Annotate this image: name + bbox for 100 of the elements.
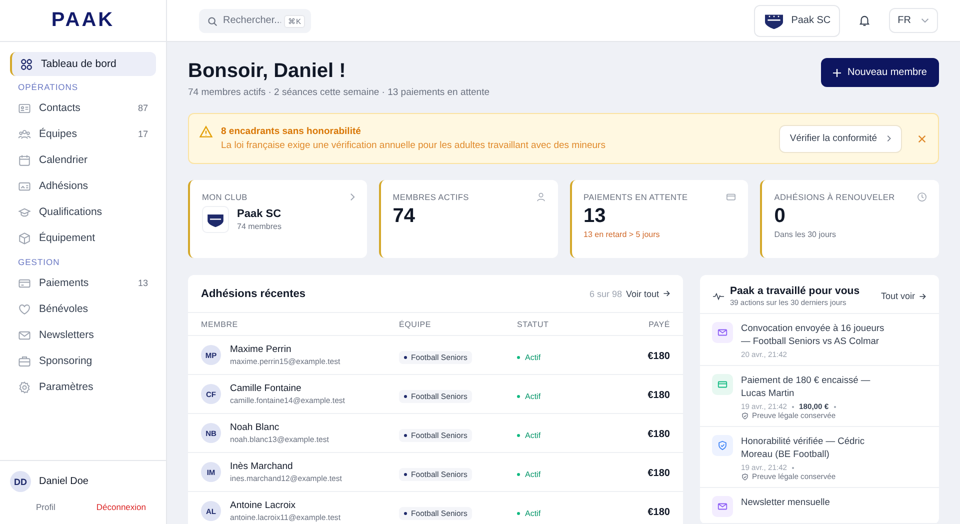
settings-icon bbox=[18, 380, 31, 394]
mail-icon bbox=[712, 322, 733, 343]
shield-check-icon bbox=[741, 472, 749, 480]
activity-text: Paiement de 180 € encaissé — Lucas Martin bbox=[741, 374, 872, 400]
count-text: 6 sur 98 bbox=[589, 288, 622, 298]
verify-button[interactable]: Vérifier la conformité bbox=[778, 124, 902, 152]
clock-icon bbox=[917, 192, 927, 202]
stat-value: 0 bbox=[774, 205, 786, 228]
heart-icon bbox=[18, 302, 31, 316]
language-select[interactable]: FR bbox=[888, 8, 938, 33]
mail-icon bbox=[712, 496, 733, 517]
new-member-button[interactable]: Nouveau membre bbox=[820, 58, 939, 87]
member-name: Inès Marchand bbox=[230, 461, 294, 473]
nav-item[interactable]: Calendrier bbox=[10, 147, 156, 173]
status-label: Actif bbox=[517, 431, 541, 440]
card-title: Paak a travaillé pour vous bbox=[730, 285, 861, 297]
nav-item[interactable]: Tableau de bord bbox=[10, 52, 156, 76]
avatar: DD bbox=[10, 471, 31, 492]
activity-text: Newsletter mensuelle bbox=[741, 496, 831, 509]
shield-crest-icon bbox=[206, 212, 225, 228]
column-header: STATUT bbox=[517, 320, 550, 328]
graduation-cap-icon bbox=[18, 206, 31, 218]
activity-text: Honorabilité vérifiée — Cédric Moreau (BE Football) bbox=[741, 435, 866, 461]
status-label: Actif bbox=[517, 392, 541, 401]
column-header: MEMBRE bbox=[201, 320, 239, 328]
amount: €180 bbox=[648, 390, 670, 401]
contact-card-icon bbox=[18, 102, 31, 114]
nav-item[interactable]: Équipes 17 bbox=[10, 121, 156, 147]
greeting-title: Bonsoir, Daniel ! bbox=[188, 60, 347, 83]
id-card-icon bbox=[18, 180, 31, 192]
alert-title: 8 encadrants sans honorabilité bbox=[221, 126, 362, 137]
club-switcher[interactable]: Paak SC bbox=[754, 4, 840, 36]
count: 87 bbox=[138, 103, 148, 113]
club-name: Paak SC bbox=[237, 208, 282, 220]
user-link[interactable]: Déconnexion bbox=[96, 502, 146, 512]
stat-note: 13 en retard > 5 jours bbox=[584, 230, 661, 239]
card-title: Adhésions récentes bbox=[201, 288, 307, 300]
count: 17 bbox=[138, 129, 148, 139]
nav-item[interactable]: Bénévoles bbox=[10, 296, 156, 322]
status-label: Actif bbox=[517, 353, 541, 362]
search-icon bbox=[207, 16, 218, 26]
nav-item[interactable]: Newsletters bbox=[10, 322, 156, 348]
status-label: Actif bbox=[517, 470, 541, 479]
alert-text: La loi française exige une vérification annuelle pour les adultes travaillant avec des mineurs bbox=[221, 140, 606, 151]
member-name: Noah Blanc bbox=[230, 422, 280, 434]
chevron-down-icon bbox=[921, 18, 929, 23]
member-name: Antoine Lacroix bbox=[230, 500, 296, 512]
nav-item[interactable]: Paramètres bbox=[10, 374, 156, 400]
plus-icon bbox=[832, 68, 841, 76]
envelope-icon bbox=[18, 328, 31, 342]
member-name: Maxime Perrin bbox=[230, 344, 292, 356]
chevron-right-icon[interactable] bbox=[350, 193, 355, 201]
member-name: Camille Fontaine bbox=[230, 383, 302, 395]
shield-icon bbox=[712, 435, 733, 456]
stat-label: PAIEMENTS EN ATTENTE bbox=[584, 192, 688, 202]
nav-item[interactable]: Équipement bbox=[10, 225, 156, 251]
chevron-right-icon bbox=[887, 135, 891, 142]
column-header: PAYÉ bbox=[648, 320, 670, 328]
user-name: Daniel Doe bbox=[39, 476, 88, 487]
credit-card-icon bbox=[18, 276, 31, 290]
people-icon bbox=[18, 128, 31, 140]
amount: €180 bbox=[648, 468, 670, 479]
shield-check-icon bbox=[741, 412, 749, 420]
person-icon bbox=[536, 192, 546, 202]
notification-bell-icon[interactable] bbox=[858, 14, 871, 27]
briefcase-icon bbox=[18, 354, 31, 368]
see-all-link[interactable]: Tout voir bbox=[880, 291, 926, 301]
amount: €180 bbox=[648, 507, 670, 518]
summary-text: 74 membres actifs · 2 séances cette semaine · 13 paiements en attente bbox=[188, 87, 490, 98]
see-all-link[interactable]: Voir tout bbox=[626, 288, 670, 298]
arrow-right-icon bbox=[919, 292, 926, 300]
calendar-icon bbox=[18, 154, 31, 166]
warning-icon bbox=[199, 125, 213, 139]
box-icon bbox=[18, 232, 31, 244]
arrow-right-icon bbox=[663, 290, 670, 297]
activity-text: Convocation envoyée à 16 joueurs — Football Seniors vs AS Colmar bbox=[741, 322, 886, 348]
stat-label: MON CLUB bbox=[202, 192, 248, 202]
close-icon[interactable] bbox=[918, 134, 926, 142]
nav-item[interactable]: Paiements 13 bbox=[10, 270, 156, 296]
count: 13 bbox=[138, 278, 148, 288]
member-count: 74 membres bbox=[237, 222, 282, 231]
status-label: Actif bbox=[517, 509, 541, 518]
nav-item[interactable]: Sponsoring bbox=[10, 348, 156, 374]
grid-icon bbox=[20, 58, 33, 70]
card-icon bbox=[726, 192, 736, 202]
stat-note: Dans les 30 jours bbox=[774, 230, 838, 239]
section-heading: GESTION bbox=[18, 257, 61, 267]
user-link[interactable]: Profil bbox=[36, 502, 56, 512]
shield-crest-icon bbox=[763, 12, 786, 30]
stat-label: ADHÉSIONS À RENOUVELER bbox=[774, 192, 895, 202]
amount: €180 bbox=[648, 429, 670, 440]
logo: PAAK bbox=[51, 9, 115, 32]
nav-item[interactable]: Qualifications bbox=[10, 199, 156, 225]
nav-item[interactable]: Adhésions bbox=[10, 173, 156, 199]
amount: €180 bbox=[648, 351, 670, 362]
nav-item[interactable]: Contacts 87 bbox=[10, 95, 156, 121]
pulse-icon bbox=[713, 292, 724, 300]
stat-label: MEMBRES ACTIFS bbox=[392, 192, 469, 202]
column-header: ÉQUIPE bbox=[399, 320, 432, 328]
card-icon bbox=[712, 374, 733, 395]
